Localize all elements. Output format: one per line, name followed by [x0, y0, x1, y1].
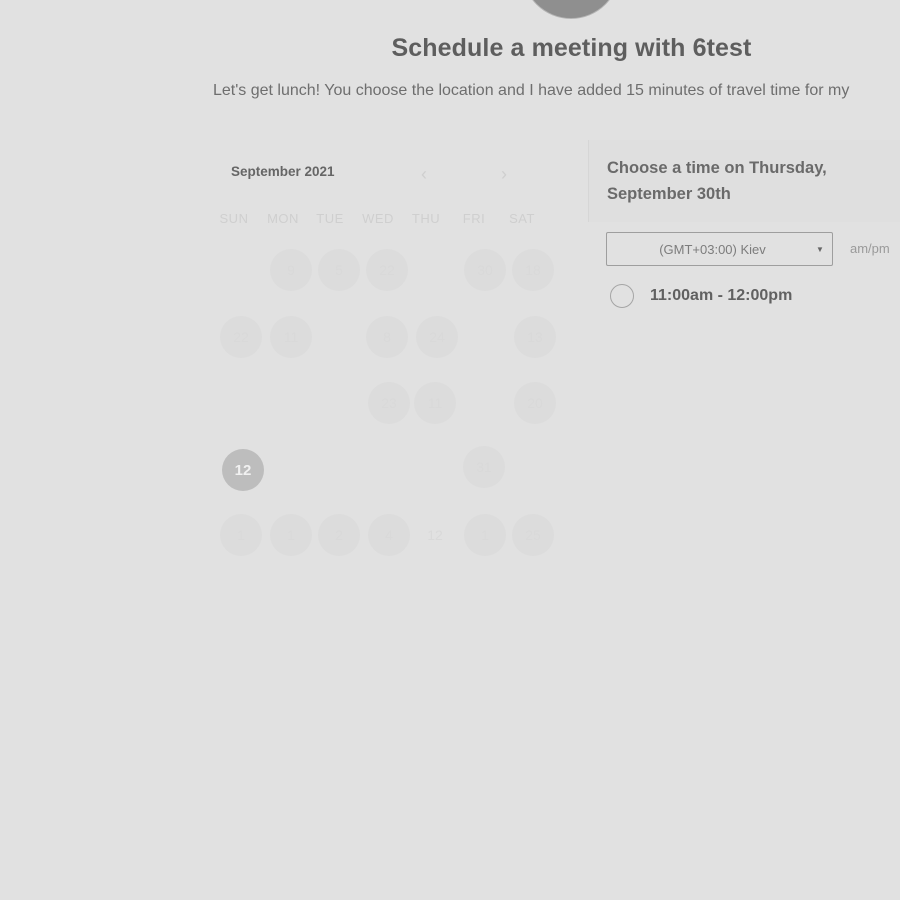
timezone-select[interactable]: (GMT+03:00) Kiev ▼ — [606, 232, 833, 266]
weekday-label: SAT — [509, 211, 535, 226]
ampm-toggle[interactable]: am/pm — [850, 241, 890, 256]
calendar-day[interactable]: 22 — [366, 249, 408, 291]
calendar-day[interactable]: 1 — [464, 514, 506, 556]
calendar-day[interactable]: 1 — [220, 514, 262, 556]
weekday-label: MON — [267, 211, 299, 226]
calendar-day[interactable]: 20 — [514, 382, 556, 424]
time-slot[interactable]: 11:00am - 12:00pm — [610, 284, 792, 308]
time-slot-label: 11:00am - 12:00pm — [650, 287, 793, 304]
calendar-day[interactable]: 4 — [368, 514, 410, 556]
calendar-day — [464, 382, 506, 424]
calendar-day[interactable]: 31 — [463, 446, 505, 488]
page-title: Schedule a meeting with 6test — [391, 34, 752, 62]
weekday-label: WED — [362, 211, 394, 226]
host-avatar — [523, 0, 619, 18]
time-panel-heading: Choose a time on Thursday, September 30t… — [607, 159, 827, 203]
calendar-day — [318, 316, 360, 358]
calendar-day[interactable]: 25 — [512, 514, 554, 556]
calendar-day — [220, 249, 262, 291]
weekday-label: TUE — [316, 211, 344, 226]
calendar-day — [318, 382, 360, 424]
calendar-day — [414, 249, 456, 291]
calendar-day[interactable]: 13 — [514, 316, 556, 358]
calendar-day: 12 — [427, 527, 443, 543]
calendar-day — [464, 316, 506, 358]
calendar-day[interactable]: 1 — [270, 514, 312, 556]
weekday-label: SUN — [219, 211, 249, 226]
calendar-day[interactable]: 24 — [416, 316, 458, 358]
calendar-day[interactable]: 18 — [512, 249, 554, 291]
calendar-day — [270, 449, 312, 491]
weekday-label: FRI — [462, 211, 486, 226]
time-slot-radio[interactable] — [610, 284, 634, 308]
calendar-day — [512, 449, 554, 491]
calendar-day — [414, 449, 456, 491]
calendar-day — [318, 449, 360, 491]
calendar-day — [270, 382, 312, 424]
calendar-day — [366, 449, 408, 491]
timezone-value: (GMT+03:00) Kiev — [659, 241, 766, 257]
calendar-day[interactable]: 5 — [318, 249, 360, 291]
calendar-day[interactable]: 8 — [366, 316, 408, 358]
calendar-day[interactable]: 30 — [464, 249, 506, 291]
calendar-day[interactable]: 9 — [270, 249, 312, 291]
calendar-day[interactable]: 11 — [270, 316, 312, 358]
weekday-label: THU — [411, 211, 441, 226]
calendar-month-label: September 2021 — [231, 164, 335, 179]
calendar-day[interactable]: 2 — [318, 514, 360, 556]
calendar-day[interactable]: 11 — [414, 382, 456, 424]
caret-down-icon: ▼ — [816, 244, 824, 254]
calendar-day[interactable]: 23 — [368, 382, 410, 424]
chevron-left-icon[interactable]: ‹ — [421, 164, 427, 185]
calendar-day[interactable]: 22 — [220, 316, 262, 358]
chevron-right-icon[interactable]: › — [501, 164, 507, 185]
calendar-day-selected[interactable]: 12 — [222, 449, 264, 491]
meeting-description: Let's get lunch! You choose the location… — [213, 82, 850, 99]
calendar-day — [220, 382, 262, 424]
